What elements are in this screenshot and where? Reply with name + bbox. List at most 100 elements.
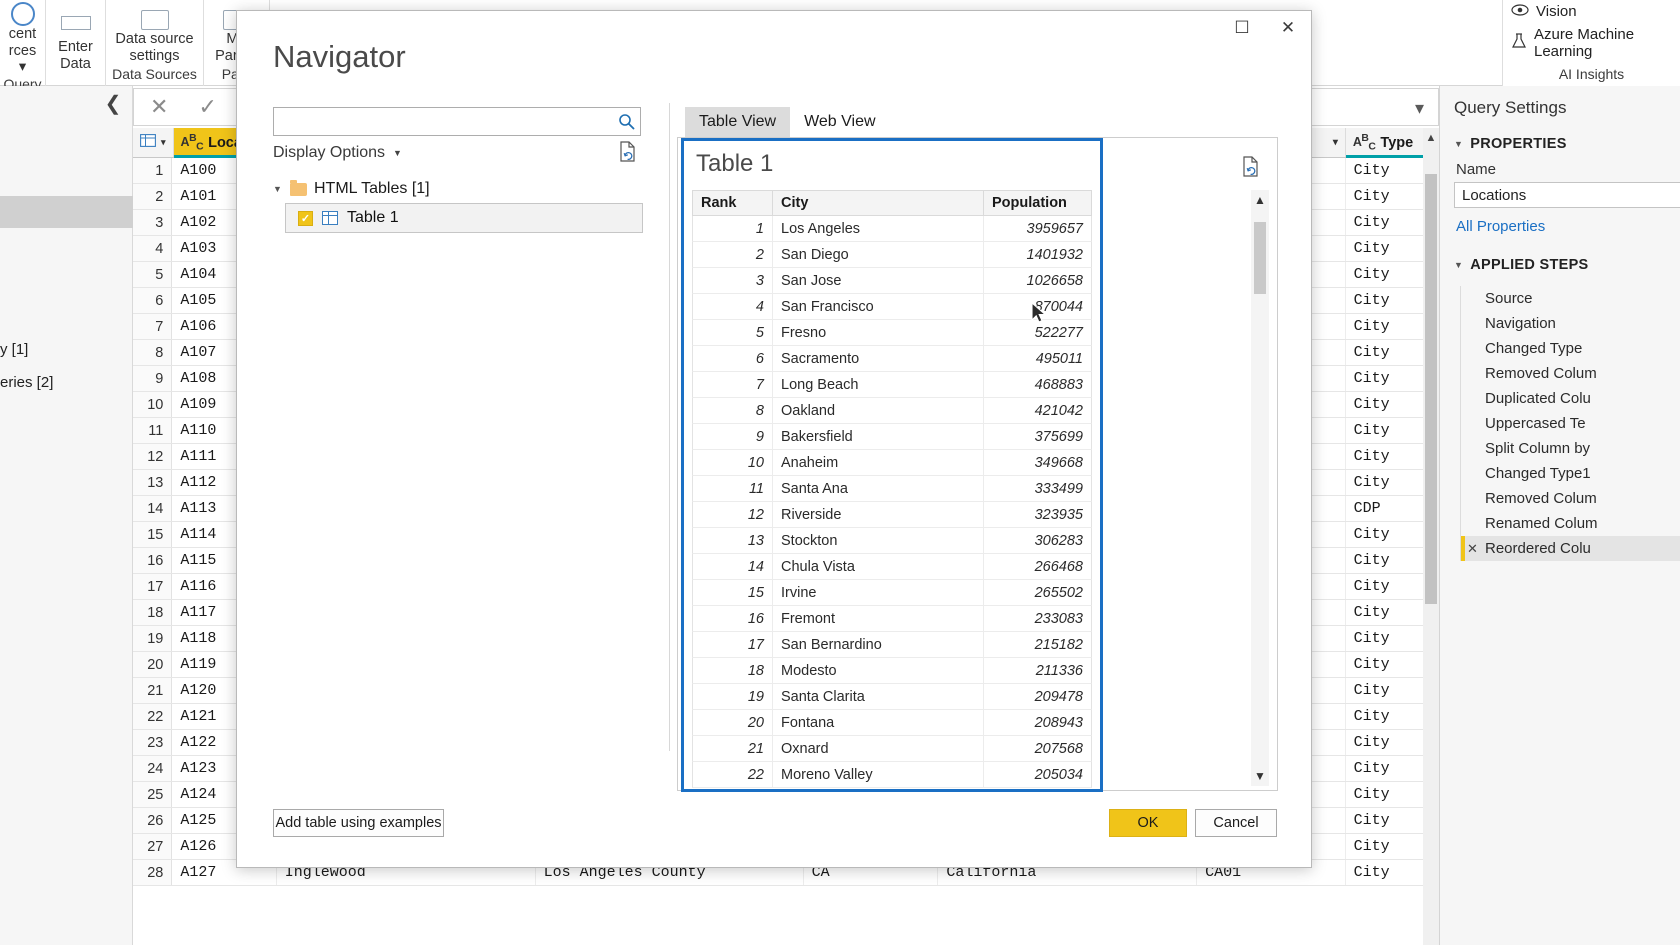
applied-step-label: Source xyxy=(1485,290,1533,307)
row-number: 16 xyxy=(133,548,173,573)
preview-cell-rank: 6 xyxy=(693,346,773,371)
properties-section-label: PROPERTIES xyxy=(1470,136,1567,152)
query-list-selected-row[interactable] xyxy=(0,196,133,228)
applied-step[interactable]: Split Column by xyxy=(1461,436,1680,461)
applied-step[interactable]: ✕ Reordered Colu xyxy=(1461,536,1680,561)
table-icon xyxy=(140,134,156,151)
applied-step[interactable]: Changed Type xyxy=(1461,336,1680,361)
preview-cell-city: San Jose xyxy=(773,268,984,293)
row-number: 19 xyxy=(133,626,173,651)
x-icon[interactable]: ✕ xyxy=(150,94,168,120)
preview-cell-population: 211336 xyxy=(1035,662,1083,679)
grid-vertical-scrollbar[interactable]: ▲ xyxy=(1423,128,1439,945)
display-options-button[interactable]: Display Options ▼ xyxy=(273,144,402,162)
grid-select-all-button[interactable]: ▾ xyxy=(133,128,174,157)
tab-table-view[interactable]: Table View xyxy=(685,107,791,137)
applied-step[interactable]: Renamed Colum xyxy=(1461,511,1680,536)
chevron-up-icon[interactable]: ▲ xyxy=(1251,190,1269,210)
preview-col-population[interactable]: Population xyxy=(984,191,1091,215)
preview-panel: Table 1 Rank City Population 1 Los Angele… xyxy=(677,137,1278,792)
vision-button[interactable]: Vision xyxy=(1503,0,1680,23)
collapse-queries-pane-button[interactable]: ❮ xyxy=(98,88,128,118)
checkbox-table-1[interactable]: ✓ xyxy=(298,210,313,226)
applied-step[interactable]: Changed Type1 xyxy=(1461,461,1680,486)
add-table-using-examples-button[interactable]: Add table using examples xyxy=(273,809,444,837)
row-number: 15 xyxy=(133,522,173,547)
preview-cell-rank: 3 xyxy=(693,268,773,293)
applied-steps-section-label: APPLIED STEPS xyxy=(1470,257,1589,273)
refresh-page-icon xyxy=(1243,156,1258,177)
queries-group-2[interactable]: eries [2] xyxy=(0,374,53,391)
ribbon-recent-sources-label[interactable]: cent rces ▾ xyxy=(8,26,37,76)
preview-table-row: 17 San Bernardino 215182 xyxy=(692,632,1092,658)
preview-cell-city: San Bernardino xyxy=(773,632,984,657)
applied-step[interactable]: Removed Colum xyxy=(1461,486,1680,511)
source-tree: ▼ HTML Tables [1] ✓ Table 1 xyxy=(273,175,643,233)
preview-col-city[interactable]: City xyxy=(773,191,984,215)
preview-cell-city: Bakersfield xyxy=(773,424,984,449)
preview-cell-city: Long Beach xyxy=(773,372,984,397)
scrollbar-thumb[interactable] xyxy=(1254,222,1266,294)
query-name-input[interactable]: Locations xyxy=(1454,182,1680,208)
cancel-button[interactable]: Cancel xyxy=(1195,809,1277,837)
preview-cell-population: 1026658 xyxy=(1026,272,1083,289)
refresh-preview-left-button[interactable] xyxy=(618,141,638,168)
properties-section-header[interactable]: ▼ PROPERTIES xyxy=(1454,136,1680,152)
tab-web-view[interactable]: Web View xyxy=(790,107,889,137)
check-icon[interactable]: ✓ xyxy=(198,94,216,120)
maximize-icon[interactable]: ☐ xyxy=(1219,11,1265,45)
refresh-preview-button[interactable] xyxy=(1241,156,1261,183)
applied-step[interactable]: Navigation xyxy=(1461,311,1680,336)
applied-step-label: Duplicated Colu xyxy=(1485,390,1591,407)
row-number: 27 xyxy=(133,834,173,859)
navigator-search-box[interactable] xyxy=(273,107,641,136)
table-icon xyxy=(322,211,338,225)
ribbon-enter-data-label[interactable]: Enter Data xyxy=(54,39,97,72)
preview-table-row: 21 Oxnard 207568 xyxy=(692,736,1092,762)
preview-cell-city: Santa Clarita xyxy=(773,684,984,709)
preview-cell-city: Riverside xyxy=(773,502,984,527)
ribbon-data-source-settings-label[interactable]: Data source settings xyxy=(114,31,195,64)
preview-cell-population: 233083 xyxy=(1034,610,1083,627)
preview-cell-population: 349668 xyxy=(1034,454,1083,471)
azure-machine-learning-button[interactable]: Azure Machine Learning xyxy=(1503,23,1680,63)
applied-step[interactable]: Duplicated Colu xyxy=(1461,386,1680,411)
preview-table-row: 13 Stockton 306283 xyxy=(692,528,1092,554)
dialog-titlebar: ☐ ✕ xyxy=(1219,11,1311,51)
preview-cell-population: 421042 xyxy=(1034,402,1083,419)
ok-button[interactable]: OK xyxy=(1109,809,1187,837)
close-icon[interactable]: ✕ xyxy=(1265,11,1311,45)
applied-step-label: Changed Type xyxy=(1485,340,1583,357)
applied-step[interactable]: Uppercased Te xyxy=(1461,411,1680,436)
tree-item-table-1[interactable]: ✓ Table 1 xyxy=(285,203,643,233)
dialog-footer: Add table using examples OK Cancel xyxy=(237,781,1313,867)
tree-root-html-tables[interactable]: ▼ HTML Tables [1] xyxy=(273,175,643,203)
preview-cell-city: San Francisco xyxy=(773,294,984,319)
display-options-label: Display Options xyxy=(273,144,386,161)
name-field-label: Name xyxy=(1456,161,1497,178)
search-icon[interactable] xyxy=(612,113,640,130)
search-input[interactable] xyxy=(274,108,612,135)
vision-label: Vision xyxy=(1536,3,1577,20)
applied-steps-section-header[interactable]: ▼ APPLIED STEPS xyxy=(1454,257,1680,273)
scrollbar-thumb[interactable] xyxy=(1425,174,1437,604)
preview-table-row: 12 Riverside 323935 xyxy=(692,502,1092,528)
row-number: 20 xyxy=(133,652,173,677)
preview-table-row: 11 Santa Ana 333499 xyxy=(692,476,1092,502)
x-icon[interactable]: ✕ xyxy=(1467,541,1478,557)
preview-col-rank[interactable]: Rank xyxy=(693,191,773,215)
grid-column-label-type: Type xyxy=(1380,134,1414,151)
queries-group-1[interactable]: y [1] xyxy=(0,341,28,358)
chevron-up-icon[interactable]: ▲ xyxy=(1423,128,1439,148)
preview-vertical-scrollbar[interactable]: ▲ ▼ xyxy=(1251,190,1269,786)
applied-step[interactable]: Source xyxy=(1461,286,1680,311)
preview-cell-population: 333499 xyxy=(1034,480,1083,497)
chevron-down-icon[interactable]: ▾ xyxy=(1415,98,1424,119)
preview-table-row: 19 Santa Clarita 209478 xyxy=(692,684,1092,710)
ribbon-group-ai-insights: Vision Azure Machine Learning AI Insight… xyxy=(1502,0,1680,86)
all-properties-link[interactable]: All Properties xyxy=(1456,218,1680,235)
row-number: 11 xyxy=(133,418,173,443)
row-number: 25 xyxy=(133,782,173,807)
triangle-down-icon[interactable]: ▼ xyxy=(273,184,283,194)
applied-step[interactable]: Removed Colum xyxy=(1461,361,1680,386)
